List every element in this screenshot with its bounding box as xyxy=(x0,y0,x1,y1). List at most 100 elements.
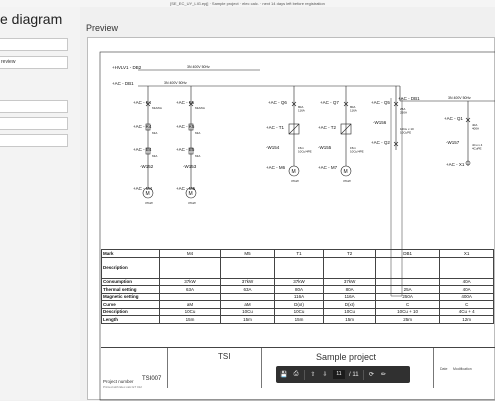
table-cell: D(xI) xyxy=(273,300,325,309)
table-cell: 80A xyxy=(323,285,376,294)
svg-text:37kW: 37kW xyxy=(291,179,299,183)
row-label: Curve xyxy=(101,300,160,309)
breaker-f5: +AC - F5 xyxy=(176,100,195,105)
svg-text:37kW: 37kW xyxy=(188,201,196,205)
parameters-table: Mark M4 M5 T1 T2 DB1 X1 Description Consumption 3… xyxy=(101,249,494,324)
table-cell: 10Cu xyxy=(273,307,325,316)
feeder-t2 xyxy=(340,86,352,177)
table-cell: DB1 xyxy=(374,249,441,258)
load-m5: +AC - M5 xyxy=(176,186,196,191)
load-m6: +AC - M6 xyxy=(266,165,286,170)
svg-text:63A/6A: 63A/6A xyxy=(195,106,205,110)
breaker-q1: +AC - Q1 xyxy=(444,116,463,121)
table-cell xyxy=(158,256,222,279)
bus2-spec: 3N 400V 50Hz xyxy=(164,81,187,85)
table-cell xyxy=(273,256,325,279)
panel-heading: e diagram xyxy=(0,11,63,27)
page-up-icon[interactable]: ⇧ xyxy=(309,371,317,379)
sidebar-field-preview[interactable]: review xyxy=(0,56,68,69)
feeder-x1 xyxy=(465,101,471,166)
revision-date-header: Date xyxy=(440,367,448,371)
rotate-icon[interactable]: ⟳ xyxy=(368,371,376,379)
pdf-preview-page[interactable]: +HVLV1 - DB2 3N 400V 50Hz +AC - DB1 3N 4… xyxy=(87,37,495,401)
pdf-toolbar: 💾 ⎙ ⇧ ⇩ 11 / 11 ⟳ ✏ xyxy=(276,366,410,383)
contactor-k5: +AC - K5 xyxy=(176,124,195,129)
table-cell: M5 xyxy=(220,249,275,258)
row-label: Description xyxy=(101,307,160,316)
contactor-k4: +AC - K4 xyxy=(133,124,152,129)
load-m4: +AC - M4 xyxy=(133,186,153,191)
bus3-label: +AC - DB1 xyxy=(398,96,420,101)
title-block-main-title: Sample project xyxy=(316,352,377,362)
printed-with-note: Printed with Elec calc ET 012 xyxy=(103,385,142,389)
table-cell: X1 xyxy=(439,249,494,258)
drive-t2: +AC - T2 xyxy=(318,125,337,130)
bus2-label: +AC - DB1 xyxy=(112,81,134,86)
print-icon[interactable]: ⎙ xyxy=(292,371,300,379)
svg-text:80A116A: 80A 116A xyxy=(350,105,357,113)
table-cell: 15m xyxy=(158,315,222,324)
svg-text:M: M xyxy=(344,169,348,175)
relay-b5: +AC - B5 xyxy=(176,147,195,152)
feeder-t1 xyxy=(288,86,300,177)
svg-text:63A/6A: 63A/6A xyxy=(152,106,162,110)
svg-text:15m10Cu/4PE: 15m 10Cu/4PE xyxy=(298,146,312,154)
table-cell: 10Cu xyxy=(158,307,222,316)
table-cell: aM xyxy=(220,300,275,309)
svg-text:M: M xyxy=(189,191,193,197)
table-cell: 10Cu xyxy=(220,307,275,316)
table-row: Length 15m 15m 15m 15m 25m 12m xyxy=(101,315,494,324)
table-cell xyxy=(374,256,441,279)
toolbar-divider xyxy=(304,369,305,380)
svg-text:63A: 63A xyxy=(195,154,200,158)
table-cell: 10Cu + 10 xyxy=(374,307,441,316)
save-icon[interactable]: 💾 xyxy=(280,371,288,379)
table-row: Description 10Cu 10Cu 10Cu 10Cu 10Cu + 10 4Cu … xyxy=(101,307,494,316)
table-cell: 40A xyxy=(439,277,494,286)
sidebar-field-1[interactable] xyxy=(0,38,68,51)
svg-text:63A: 63A xyxy=(152,131,157,135)
row-label: Length xyxy=(101,315,160,324)
table-cell: 40A xyxy=(439,285,494,294)
page-number-input[interactable]: 11 xyxy=(333,370,345,379)
row-label: Consumption xyxy=(101,277,160,286)
load-q2: +AC - Q2 xyxy=(371,140,390,145)
toolbar-divider-2 xyxy=(362,369,364,380)
svg-text:40A400A: 40A 400A xyxy=(472,123,479,131)
bus1-label: +HVLV1 - DB2 xyxy=(112,65,142,70)
cable-w152: -W152 xyxy=(140,164,154,169)
table-cell xyxy=(158,292,222,301)
load-x1: +AC - X1 xyxy=(446,162,465,167)
row-label: Thermal setting xyxy=(101,285,160,294)
breaker-q5: +AC - Q5 xyxy=(371,100,390,105)
table-cell: aM xyxy=(158,300,222,309)
table-cell: M4 xyxy=(158,249,222,258)
project-number-value: TSI007 xyxy=(142,376,162,382)
table-cell: 4Cu + 4 xyxy=(439,307,494,316)
left-panel: e diagram review xyxy=(0,7,80,400)
sidebar-field-3[interactable] xyxy=(0,100,68,113)
load-m7: +AC - M7 xyxy=(318,165,338,170)
table-row: Curve aM aM D(xI) D(xI) C C xyxy=(101,300,494,309)
svg-text:15m10Cu/4PE: 15m 10Cu/4PE xyxy=(350,146,364,154)
table-cell xyxy=(374,277,441,286)
svg-text:10Cu x 1010CuPE: 10Cu x 10 10CuPE xyxy=(400,127,414,135)
table-cell: C xyxy=(439,300,494,309)
sidebar-field-4[interactable] xyxy=(0,117,68,130)
sidebar-field-5[interactable] xyxy=(0,134,68,147)
table-row: Mark M4 M5 T1 T2 DB1 X1 xyxy=(101,249,494,258)
row-label: Magnetic setting xyxy=(101,292,160,301)
table-cell: 15m xyxy=(323,315,376,324)
breaker-q6: +AC - Q6 xyxy=(268,100,287,105)
table-cell: 400A xyxy=(439,292,494,301)
table-row: Description xyxy=(101,256,494,279)
table-cell: 116A xyxy=(323,292,376,301)
table-cell: 63A xyxy=(220,285,275,294)
sign-icon[interactable]: ✏ xyxy=(380,371,388,379)
svg-text:25A250A: 25A 250A xyxy=(400,107,407,115)
table-row: Consumption 37kW 37kW 37kW 37kW 40A xyxy=(101,277,494,286)
table-cell: 63A xyxy=(158,285,222,294)
table-row: Magnetic setting 116A 116A 250A 400A xyxy=(101,292,494,301)
svg-text:37kW: 37kW xyxy=(145,201,153,205)
page-down-icon[interactable]: ⇩ xyxy=(321,371,329,379)
